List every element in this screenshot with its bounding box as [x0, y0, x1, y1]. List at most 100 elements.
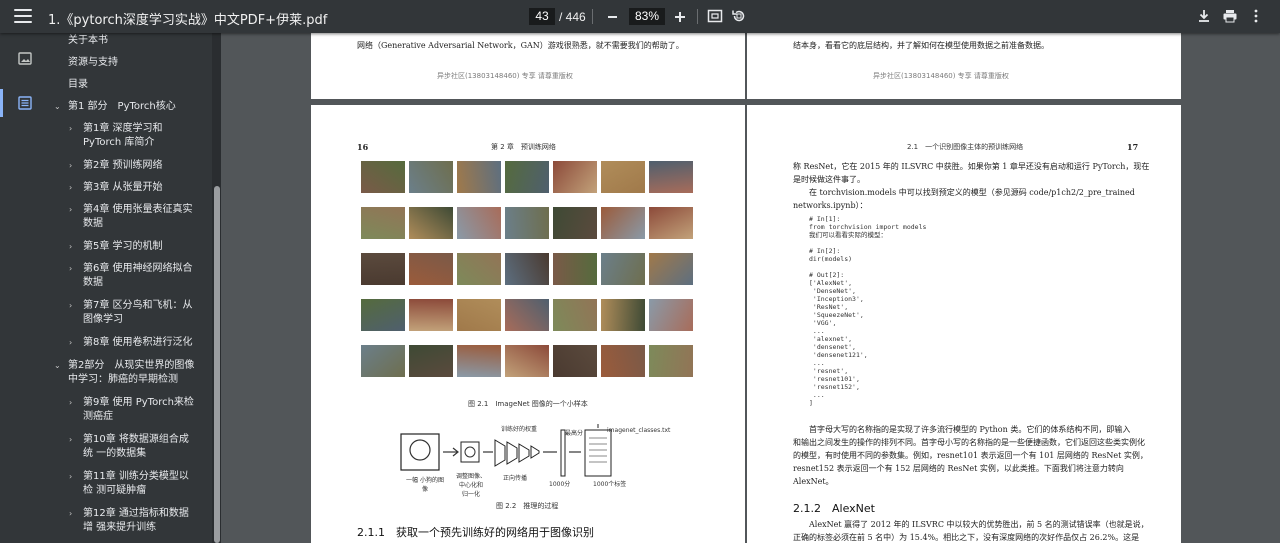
page-text: 网络（Generative Adversarial Network，GAN）游戏…	[357, 41, 684, 50]
outline-item[interactable]: › 第3章 从张量开始	[69, 181, 197, 195]
chevron-right-icon[interactable]: ›	[69, 470, 83, 484]
document-title: 1.《pytorch深度学习实战》中文PDF+伊莱.pdf	[48, 13, 328, 28]
sample-image	[553, 345, 597, 377]
diagram-label: 一幅 小狗的图像	[406, 477, 444, 493]
sample-image	[361, 161, 405, 193]
sample-image	[457, 161, 501, 193]
diagram-label: 最高分	[565, 430, 584, 437]
chevron-right-icon[interactable]: ›	[69, 159, 83, 173]
sample-image	[361, 345, 405, 377]
text-line: 是时候做这件事了。	[793, 175, 865, 184]
outline-item[interactable]: › 第6章 使用神经网络拟合 数据	[69, 262, 197, 290]
sample-image	[409, 345, 453, 377]
sample-image	[601, 207, 645, 239]
diagram-label: 1000分	[549, 481, 571, 488]
chevron-right-icon[interactable]: ›	[69, 396, 83, 410]
rotate-icon[interactable]	[731, 8, 747, 24]
chevron-right-icon[interactable]: ›	[69, 122, 83, 136]
text-line: resnet152 表示返回一个有 152 层网络的 ResNet 实例，以此类…	[793, 464, 1124, 473]
outline-item-label: 第3章 从张量开始	[83, 182, 163, 193]
sample-image	[505, 345, 549, 377]
outline-item[interactable]: › 第11章 训练分类模型以检 测可疑肿瘤	[69, 470, 197, 498]
menu-icon[interactable]	[14, 9, 32, 23]
chevron-right-icon[interactable]: ›	[69, 203, 83, 217]
thumbnails-icon[interactable]	[11, 45, 39, 73]
sample-image	[649, 299, 693, 331]
text-line: 首字母大写的名称指的是实现了许多流行模型的 Python 类。它们的体系结构不同…	[793, 425, 1131, 434]
figure-caption: 图 2.1 ImageNet 图像的一个小样本	[468, 400, 588, 408]
text-line: 的模型，有时使用不同的参数集。例如，resnet101 表示返回一个有 101 …	[793, 451, 1148, 460]
text-line: 在 torchvision.models 中可以找到预定义的模型（参见源码 co…	[793, 188, 1135, 197]
document-outline-icon[interactable]	[11, 89, 39, 117]
outline-item-label: 第8章 使用卷积进行泛化	[83, 337, 193, 348]
text-line: 正确的标签必须在前 5 名中）为 15.4%。相比之下，没有深度网络的次好作品仅…	[793, 533, 1140, 542]
sample-image	[505, 299, 549, 331]
pdf-toolbar: 1.《pytorch深度学习实战》中文PDF+伊莱.pdf 43 / 446 8…	[0, 0, 1280, 33]
pdf-page: 16 第 2 章 预训练网络 图 2.1 ImageNet 图像的一个小样本 训…	[311, 105, 745, 543]
sample-image	[409, 299, 453, 331]
sample-image	[409, 253, 453, 285]
page-number-input[interactable]: 43	[529, 8, 555, 25]
chevron-right-icon[interactable]: ›	[69, 240, 83, 254]
pdf-page: 结本身，看看它的底层结构，并了解如何在模型使用数据之前准备数据。 异步社区(13…	[747, 33, 1181, 99]
zoom-out-icon[interactable]	[604, 6, 622, 26]
download-icon[interactable]	[1196, 8, 1212, 24]
print-icon[interactable]	[1222, 8, 1238, 24]
chevron-right-icon[interactable]: ›	[69, 299, 83, 313]
chevron-down-icon[interactable]: ⌄	[54, 100, 68, 114]
more-options-icon[interactable]	[1250, 8, 1262, 24]
sample-image	[553, 299, 597, 331]
sample-image	[601, 299, 645, 331]
outline-item[interactable]: ⌄ 第1 部分 PyTorch核心	[54, 100, 206, 114]
sample-image	[553, 161, 597, 193]
sample-image	[457, 299, 501, 331]
sample-image	[649, 345, 693, 377]
outline-item[interactable]: ⌄ 第2部分 从现实世界的图像 中学习：肺癌的早期检测	[54, 359, 206, 387]
sidebar-rail	[0, 33, 50, 543]
fit-to-page-icon[interactable]	[707, 8, 723, 24]
sample-image	[457, 207, 501, 239]
document-outline: 关于本书 资源与支持 目录 ⌄ 第1 部分 PyTorch核心 › 第1章 深度学习…	[50, 33, 212, 543]
zoom-level-input[interactable]: 83%	[629, 8, 665, 25]
outline-item[interactable]: 关于本书	[68, 34, 108, 48]
page-number: 16	[357, 142, 369, 152]
sample-image	[553, 253, 597, 285]
outline-item[interactable]: › 第8章 使用卷积进行泛化	[69, 336, 197, 350]
chevron-right-icon[interactable]: ›	[69, 262, 83, 276]
zoom-in-icon[interactable]	[671, 6, 689, 26]
outline-item[interactable]: › 第12章 通过指标和数据增 强来提升训练	[69, 507, 197, 535]
sample-image	[601, 345, 645, 377]
code-block: # In[1]: from torchvision import models …	[809, 215, 927, 407]
outline-item[interactable]: › 第4章 使用张量表征真实 数据	[69, 203, 197, 231]
pdf-page: 2.1 一个识别图像主体的预训练网络 17 称 ResNet，它在 2015 年…	[747, 105, 1181, 543]
outline-item[interactable]: 目录	[68, 78, 88, 92]
sample-image	[505, 253, 549, 285]
chevron-right-icon[interactable]: ›	[69, 336, 83, 350]
section-heading: 2.1.1 获取一个预先训练好的网络用于图像识别	[357, 526, 594, 539]
outline-item-label: 第6章 使用神经网络拟合 数据	[83, 263, 193, 288]
outline-item[interactable]: › 第7章 区分鸟和飞机：从 图像学习	[69, 299, 197, 327]
outline-item[interactable]: › 第9章 使用 PyTorch来检 测癌症	[69, 396, 197, 424]
outline-item[interactable]: › 第1章 深度学习和PyTorch 库简介	[69, 122, 197, 150]
text-line: 称 ResNet，它在 2015 年的 ILSVRC 中获胜。如果你第 1 章早…	[793, 162, 1150, 171]
outline-scrollbar-thumb[interactable]	[214, 186, 220, 543]
chevron-right-icon[interactable]: ›	[69, 433, 83, 447]
chevron-right-icon[interactable]: ›	[69, 181, 83, 195]
diagram-label: 调整图像、 中心化和 归一化	[456, 473, 487, 498]
page-footer: 异步社区(13803148460) 专享 请尊重版权	[873, 72, 1009, 80]
outline-item[interactable]: › 第2章 预训练网络	[69, 159, 197, 173]
outline-item-label: 第2部分 从现实世界的图像 中学习：肺癌的早期检测	[68, 360, 195, 385]
chevron-down-icon[interactable]: ⌄	[54, 359, 68, 373]
outline-item[interactable]: › 第5章 学习的机制	[69, 240, 197, 254]
sample-image	[601, 253, 645, 285]
sample-image	[505, 207, 549, 239]
chevron-right-icon[interactable]: ›	[69, 507, 83, 521]
sample-image	[457, 253, 501, 285]
outline-item[interactable]: › 第10章 将数据源组合成统 一的数据集	[69, 433, 197, 461]
running-header: 2.1 一个识别图像主体的预训练网络	[907, 143, 1024, 151]
outline-item-label: 第10章 将数据源组合成统 一的数据集	[83, 434, 189, 459]
page-text: 结本身，看看它的底层结构，并了解如何在模型使用数据之前准备数据。	[793, 41, 1049, 50]
diagram-label: 训练好的权重	[501, 426, 538, 433]
sample-image	[361, 299, 405, 331]
outline-item[interactable]: 资源与支持	[68, 56, 118, 70]
